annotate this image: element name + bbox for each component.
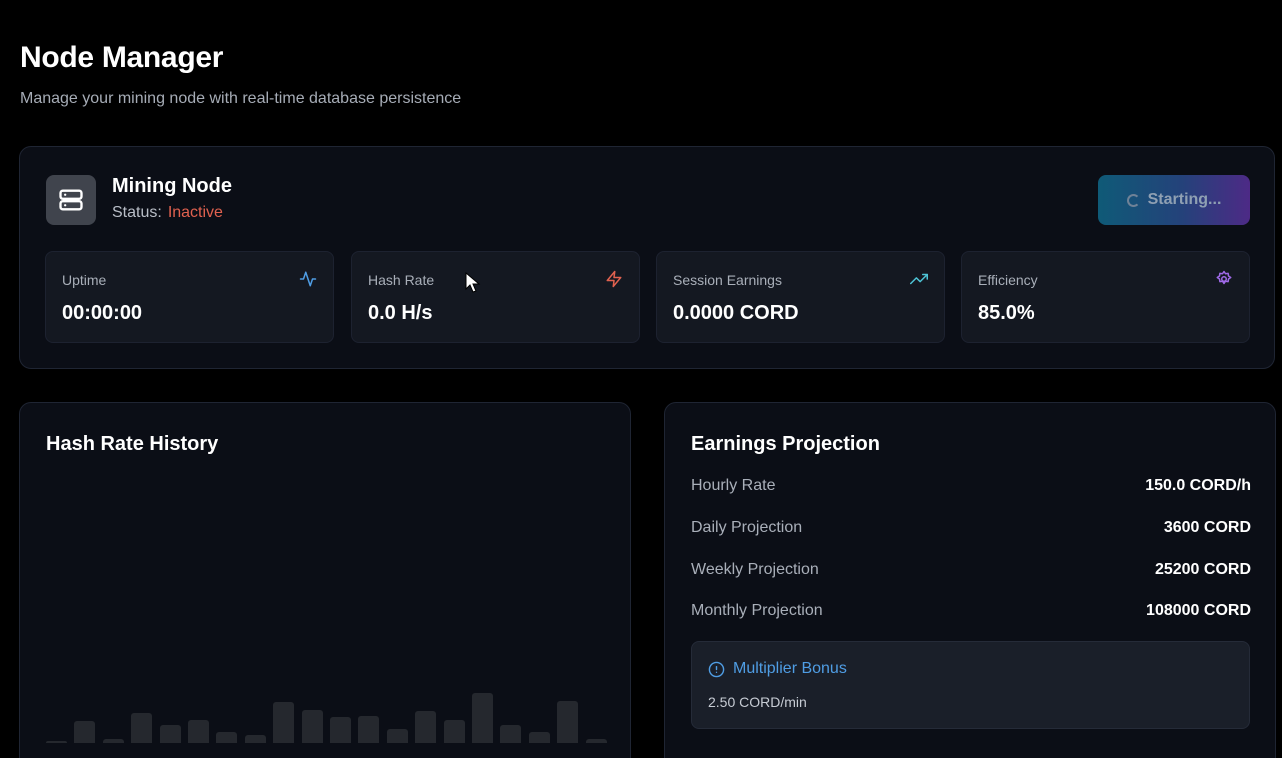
status-value: Inactive: [167, 204, 223, 221]
trending-up-icon: [910, 273, 928, 285]
stat-session-earnings: Session Earnings 0.0000 CORD: [656, 251, 945, 343]
earnings-row-daily: Daily Projection 3600 CORD: [691, 519, 1251, 543]
settings-icon: [1216, 270, 1232, 285]
hash-rate-bar: [160, 725, 181, 743]
earnings-row-value: 3600 CORD: [1163, 519, 1251, 536]
node-name: Mining Node: [112, 175, 232, 197]
multiplier-bonus-header: Multiplier Bonus: [708, 660, 847, 678]
hash-rate-bar: [387, 729, 408, 743]
hash-rate-bar: [131, 713, 152, 743]
hash-rate-bar: [557, 701, 578, 743]
stat-efficiency: Efficiency 85.0%: [961, 251, 1250, 343]
hash-rate-bar: [273, 702, 294, 743]
earnings-row-value: 150.0 CORD/h: [1145, 477, 1251, 494]
stat-value: 00:00:00: [62, 302, 143, 324]
multiplier-bonus-panel: Multiplier Bonus 2.50 CORD/min: [691, 641, 1250, 729]
hash-rate-bar: [74, 721, 95, 743]
hash-rate-bar: [330, 717, 351, 743]
info-icon: [708, 661, 725, 677]
stat-value: 85.0%: [978, 302, 1035, 324]
hash-rate-bar: [444, 720, 465, 743]
earnings-row-monthly: Monthly Projection 108000 CORD: [691, 602, 1251, 626]
stat-label: Hash Rate: [368, 272, 435, 288]
multiplier-bonus-title: Multiplier Bonus: [733, 660, 847, 677]
hash-rate-bar: [586, 739, 607, 743]
hash-rate-bar: [529, 732, 550, 743]
stat-value: 0.0 H/s: [368, 302, 433, 324]
activity-icon: [299, 271, 317, 287]
node-manager-page: Node Manager Manage your mining node wit…: [0, 0, 1282, 758]
stat-label: Efficiency: [978, 272, 1038, 288]
hash-rate-history-title: Hash Rate History: [46, 433, 219, 455]
mining-node-card: Mining Node Status: Inactive Starting... …: [19, 146, 1275, 369]
earnings-row-weekly: Weekly Projection 25200 CORD: [691, 561, 1251, 585]
multiplier-bonus-rate: 2.50 CORD/min: [708, 694, 807, 710]
hash-rate-bar: [358, 716, 379, 743]
hash-rate-bar: [103, 739, 124, 743]
status-label: Status:: [112, 204, 162, 221]
spinner-icon: [1126, 193, 1140, 207]
hash-rate-bar: [46, 741, 67, 743]
hash-rate-bar: [245, 735, 266, 743]
stat-label: Uptime: [62, 272, 107, 288]
stat-label: Session Earnings: [673, 272, 782, 288]
page-subtitle: Manage your mining node with real-time d…: [20, 90, 462, 107]
stat-uptime: Uptime 00:00:00: [45, 251, 334, 343]
hash-rate-bars: [42, 673, 612, 743]
earnings-row-label: Daily Projection: [691, 519, 803, 536]
earnings-projection-title: Earnings Projection: [691, 433, 880, 455]
hash-rate-bar: [500, 725, 521, 743]
earnings-row-value: 25200 CORD: [1154, 561, 1251, 578]
zap-icon: [606, 270, 622, 288]
hash-rate-bar: [216, 732, 237, 743]
server-icon: [46, 175, 96, 225]
earnings-projection-card: Earnings Projection Hourly Rate 150.0 CO…: [664, 402, 1276, 758]
earnings-row-hourly: Hourly Rate 150.0 CORD/h: [691, 477, 1251, 501]
hash-rate-history-card: Hash Rate History: [19, 402, 631, 758]
start-node-button-label: Starting...: [1147, 191, 1222, 208]
start-node-button[interactable]: Starting...: [1098, 175, 1250, 225]
earnings-row-label: Hourly Rate: [691, 477, 776, 494]
hash-rate-bar: [188, 720, 209, 743]
stat-hash-rate: Hash Rate 0.0 H/s: [351, 251, 640, 343]
stat-value: 0.0000 CORD: [673, 302, 799, 324]
earnings-row-label: Monthly Projection: [691, 602, 823, 619]
page-title: Node Manager: [20, 41, 224, 74]
node-status: Status: Inactive: [112, 204, 223, 222]
earnings-row-value: 108000 CORD: [1146, 602, 1251, 619]
hash-rate-bar: [472, 693, 493, 743]
earnings-row-label: Weekly Projection: [691, 561, 819, 578]
mouse-cursor-icon: [465, 272, 481, 293]
hash-rate-bar: [415, 711, 436, 743]
hash-rate-bar: [302, 710, 323, 743]
